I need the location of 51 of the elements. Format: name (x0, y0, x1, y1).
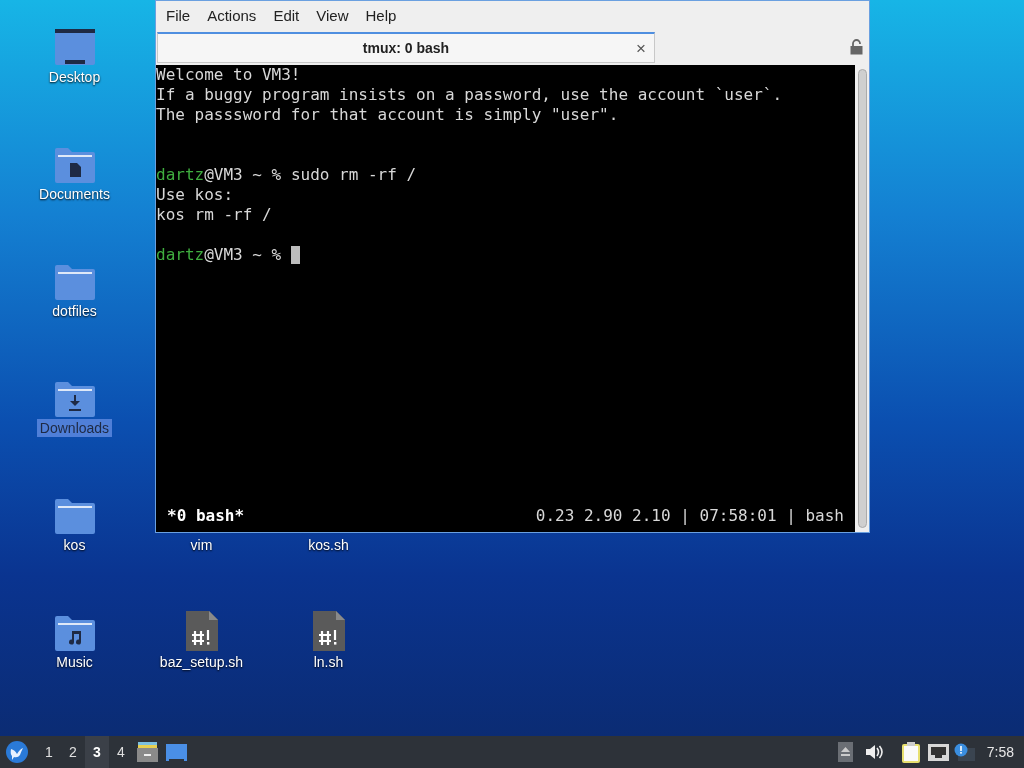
bird-logo-icon[interactable] (6, 741, 28, 763)
download-folder-icon (53, 381, 96, 417)
prompt-text: @VM3 ~ % (204, 245, 283, 265)
icon-label[interactable]: kos (60, 536, 89, 554)
document-folder-icon (53, 147, 96, 183)
window-icon[interactable] (166, 743, 187, 761)
menu-item[interactable]: Actions (199, 4, 265, 28)
network-icon[interactable] (927, 743, 949, 761)
prompt-user: dartz (156, 165, 205, 185)
icon-label[interactable]: baz_setup.sh (156, 653, 247, 671)
workspace-button[interactable]: 4 (109, 736, 133, 768)
menu-item[interactable]: Edit (265, 4, 308, 28)
clipboard-icon[interactable] (901, 741, 920, 763)
scrollbar[interactable] (855, 65, 869, 532)
workspace-button[interactable]: 2 (61, 736, 85, 768)
script-file-icon (312, 611, 345, 651)
monitor-folder-icon (53, 28, 96, 66)
close-tab-button[interactable]: × (636, 39, 646, 57)
lock-icon[interactable] (850, 39, 863, 55)
terminal-line: If a buggy program insists on a password, use the account `user`. (156, 85, 783, 105)
folder-icon (53, 498, 96, 534)
terminal-line: Welcome to VM3! (156, 65, 301, 85)
terminal-line: Use kos: (156, 185, 234, 205)
workspace-button[interactable]: 3 (85, 736, 109, 768)
folder-icon (53, 264, 96, 300)
notification-icon[interactable] (953, 743, 975, 761)
workspace-button[interactable]: 1 (37, 736, 61, 768)
icon-label[interactable]: dotfiles (49, 302, 100, 320)
terminal-line: kos rm -rf / (156, 205, 272, 225)
icon-label[interactable]: kos.sh (305, 536, 352, 554)
prompt-text: @VM3 ~ % (204, 165, 283, 185)
tmux-window-status: *0 bash* (167, 506, 245, 526)
volume-icon[interactable] (865, 744, 884, 760)
icon-label[interactable]: Documents (36, 185, 113, 203)
icon-label[interactable]: Music (53, 653, 96, 671)
script-file-icon (185, 611, 218, 651)
menu-item[interactable]: View (308, 4, 357, 28)
menu-item[interactable]: File (158, 4, 199, 28)
terminal-line: The passsword for that account is simply "user". (156, 105, 619, 125)
prompt-user: dartz (156, 245, 205, 265)
file-cabinet-icon[interactable] (137, 742, 158, 762)
icon-label[interactable]: Downloads (36, 419, 113, 437)
tmux-status-info: 0.23 2.90 2.10 | 07:58:01 | bash (535, 506, 844, 526)
clock[interactable]: 7:58 (986, 741, 1014, 763)
icon-label[interactable]: vim (187, 536, 216, 554)
terminal-tab[interactable]: tmux: 0 bash × (157, 32, 655, 63)
menu-item[interactable]: Help (357, 4, 405, 28)
music-folder-icon (53, 615, 96, 651)
icon-label[interactable]: ln.sh (310, 653, 347, 671)
command-text: sudo rm -rf / (290, 165, 417, 185)
eject-icon[interactable] (837, 742, 853, 762)
